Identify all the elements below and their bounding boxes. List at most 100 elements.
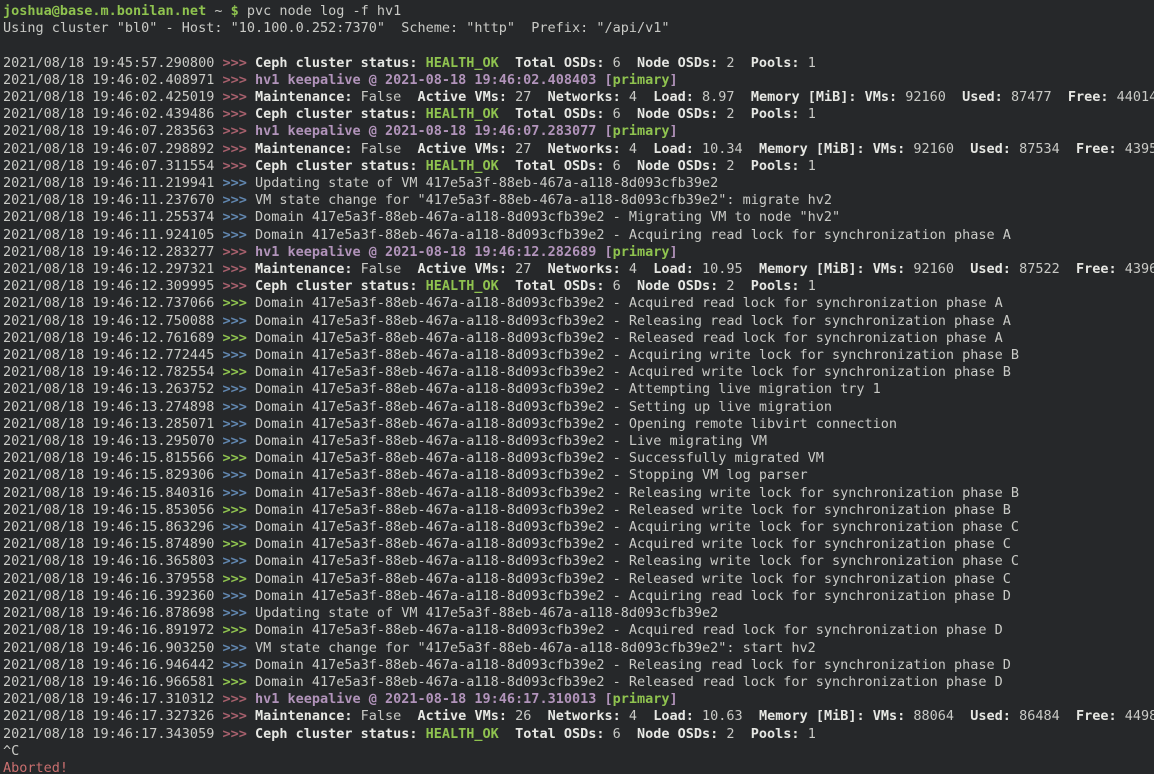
log-timestamp: 2021/08/18 19:46:17.310312	[3, 691, 222, 707]
log-line: 2021/08/18 19:46:13.295070 >>> Domain 41…	[3, 433, 1154, 450]
log-segment: Domain 417e5a3f-88eb-467a-a118-8d093cfb3…	[255, 502, 1011, 518]
log-segment	[499, 726, 515, 742]
log-timestamp: 2021/08/18 19:46:13.295070	[3, 433, 222, 449]
log-line: 2021/08/18 19:45:57.290800 >>> Ceph clus…	[3, 55, 1154, 72]
log-timestamp: 2021/08/18 19:46:15.840316	[3, 485, 222, 501]
log-segment: Maintenance:	[255, 708, 353, 724]
log-segment: ]	[670, 123, 678, 139]
log-segment	[856, 89, 864, 105]
log-marker-arrows: >>>	[222, 381, 255, 397]
cluster-info-line: Using cluster "bl0" - Host: "10.100.0.25…	[3, 20, 1154, 37]
log-segment: False	[353, 261, 418, 277]
log-segment: Free:	[1076, 141, 1117, 157]
log-segment: 44987	[1117, 708, 1154, 724]
log-timestamp: 2021/08/18 19:46:16.891972	[3, 622, 222, 638]
log-line: 2021/08/18 19:46:17.327326 >>> Maintenan…	[3, 708, 1154, 725]
log-segment: Domain 417e5a3f-88eb-467a-a118-8d093cfb3…	[255, 347, 1019, 363]
log-segment: Active VMs:	[418, 708, 507, 724]
log-segment: VMs:	[873, 141, 906, 157]
log-marker-arrows: >>>	[222, 726, 255, 742]
shell-prompt-line: joshua@base.m.bonilan.net ~ $ pvc node l…	[3, 3, 1154, 20]
log-marker-arrows: >>>	[222, 209, 255, 225]
log-segment: ]	[670, 72, 678, 88]
log-line: 2021/08/18 19:46:17.343059 >>> Ceph clus…	[3, 726, 1154, 743]
log-timestamp: 2021/08/18 19:46:16.392360	[3, 588, 222, 604]
log-segment: Domain 417e5a3f-88eb-467a-a118-8d093cfb3…	[255, 519, 1019, 535]
log-segment: 6	[604, 106, 637, 122]
log-segment: Node OSDs:	[637, 55, 718, 71]
log-line: 2021/08/18 19:46:02.408971 >>> hv1 keepa…	[3, 72, 1154, 89]
log-segment: Networks:	[548, 708, 621, 724]
log-segment: Load:	[653, 261, 694, 277]
aborted-line: Aborted!	[3, 760, 1154, 774]
log-segment: 87522	[1011, 261, 1076, 277]
log-line: 2021/08/18 19:46:12.297321 >>> Maintenan…	[3, 261, 1154, 278]
log-segment: 4	[621, 708, 654, 724]
log-timestamp: 2021/08/18 19:46:16.365803	[3, 553, 222, 569]
log-timestamp: 2021/08/18 19:46:11.219941	[3, 175, 222, 191]
log-segment: Ceph cluster status:	[255, 726, 426, 742]
log-segment: ]	[670, 244, 678, 260]
log-timestamp: 2021/08/18 19:46:16.966581	[3, 674, 222, 690]
prompt-cwd: ~	[206, 3, 230, 19]
log-segment: Networks:	[548, 89, 621, 105]
log-segment: Updating state of VM 417e5a3f-88eb-467a-…	[255, 605, 718, 621]
log-segment	[865, 261, 873, 277]
log-segment: Domain 417e5a3f-88eb-467a-a118-8d093cfb3…	[255, 313, 1011, 329]
log-timestamp: 2021/08/18 19:46:16.946442	[3, 657, 222, 673]
log-marker-arrows: >>>	[222, 347, 255, 363]
log-line: 2021/08/18 19:46:15.840316 >>> Domain 41…	[3, 485, 1154, 502]
log-segment: hv1 keepalive @ 2021-08-18 19:46:07.2830…	[255, 123, 613, 139]
log-segment: 8.97	[694, 89, 751, 105]
log-line: 2021/08/18 19:46:11.237670 >>> VM state …	[3, 192, 1154, 209]
log-segment: 87534	[1011, 141, 1076, 157]
log-marker-arrows: >>>	[222, 141, 255, 157]
interrupt-line: ^C	[3, 743, 1154, 760]
log-marker-arrows: >>>	[222, 175, 255, 191]
log-segment: Used:	[970, 708, 1011, 724]
log-segment: Maintenance:	[255, 261, 353, 277]
log-segment: Active VMs:	[418, 89, 507, 105]
log-line: 2021/08/18 19:46:12.772445 >>> Domain 41…	[3, 347, 1154, 364]
log-line: 2021/08/18 19:46:12.782554 >>> Domain 41…	[3, 364, 1154, 381]
log-timestamp: 2021/08/18 19:46:17.343059	[3, 726, 222, 742]
log-segment: 43951	[1117, 141, 1154, 157]
log-segment: Ceph cluster status:	[255, 158, 426, 174]
log-timestamp: 2021/08/18 19:46:11.924105	[3, 227, 222, 243]
log-timestamp: 2021/08/18 19:46:02.425019	[3, 89, 222, 105]
log-segment: Node OSDs:	[637, 278, 718, 294]
log-segment: primary	[613, 691, 670, 707]
log-segment: Total OSDs:	[515, 158, 604, 174]
log-segment: 4	[621, 261, 654, 277]
log-line: 2021/08/18 19:46:02.425019 >>> Maintenan…	[3, 89, 1154, 106]
log-segment: hv1 keepalive @ 2021-08-18 19:46:02.4084…	[255, 72, 613, 88]
log-timestamp: 2021/08/18 19:45:57.290800	[3, 55, 222, 71]
log-segment: Ceph cluster status:	[255, 55, 426, 71]
log-segment: ]	[670, 691, 678, 707]
log-line: 2021/08/18 19:46:16.365803 >>> Domain 41…	[3, 553, 1154, 570]
prompt-user-host: joshua@base.m.bonilan.net	[3, 3, 206, 19]
log-segment: Total OSDs:	[515, 278, 604, 294]
log-segment: Domain 417e5a3f-88eb-467a-a118-8d093cfb3…	[255, 399, 832, 415]
log-segment: VM state change for "417e5a3f-88eb-467a-…	[255, 640, 816, 656]
log-segment: Node OSDs:	[637, 158, 718, 174]
log-timestamp: 2021/08/18 19:46:16.878698	[3, 605, 222, 621]
log-timestamp: 2021/08/18 19:46:12.283277	[3, 244, 222, 260]
log-segment: Free:	[1068, 89, 1109, 105]
log-segment: 1	[800, 55, 816, 71]
log-segment: 43961	[1117, 261, 1154, 277]
log-segment: 92160	[905, 141, 970, 157]
log-marker-arrows: >>>	[222, 158, 255, 174]
log-timestamp: 2021/08/18 19:46:12.782554	[3, 364, 222, 380]
log-segment: hv1 keepalive @ 2021-08-18 19:46:17.3100…	[255, 691, 613, 707]
log-segment: HEALTH_OK	[426, 106, 499, 122]
log-timestamp: 2021/08/18 19:46:15.853056	[3, 502, 222, 518]
log-segment: Total OSDs:	[515, 726, 604, 742]
log-marker-arrows: >>>	[222, 536, 255, 552]
log-segment: Free:	[1076, 708, 1117, 724]
log-line: 2021/08/18 19:46:16.392360 >>> Domain 41…	[3, 588, 1154, 605]
log-segment: hv1 keepalive @ 2021-08-18 19:46:12.2826…	[255, 244, 613, 260]
log-segment: Ceph cluster status:	[255, 278, 426, 294]
log-line: 2021/08/18 19:46:11.219941 >>> Updating …	[3, 175, 1154, 192]
terminal-window[interactable]: joshua@base.m.bonilan.net ~ $ pvc node l…	[0, 0, 1154, 774]
